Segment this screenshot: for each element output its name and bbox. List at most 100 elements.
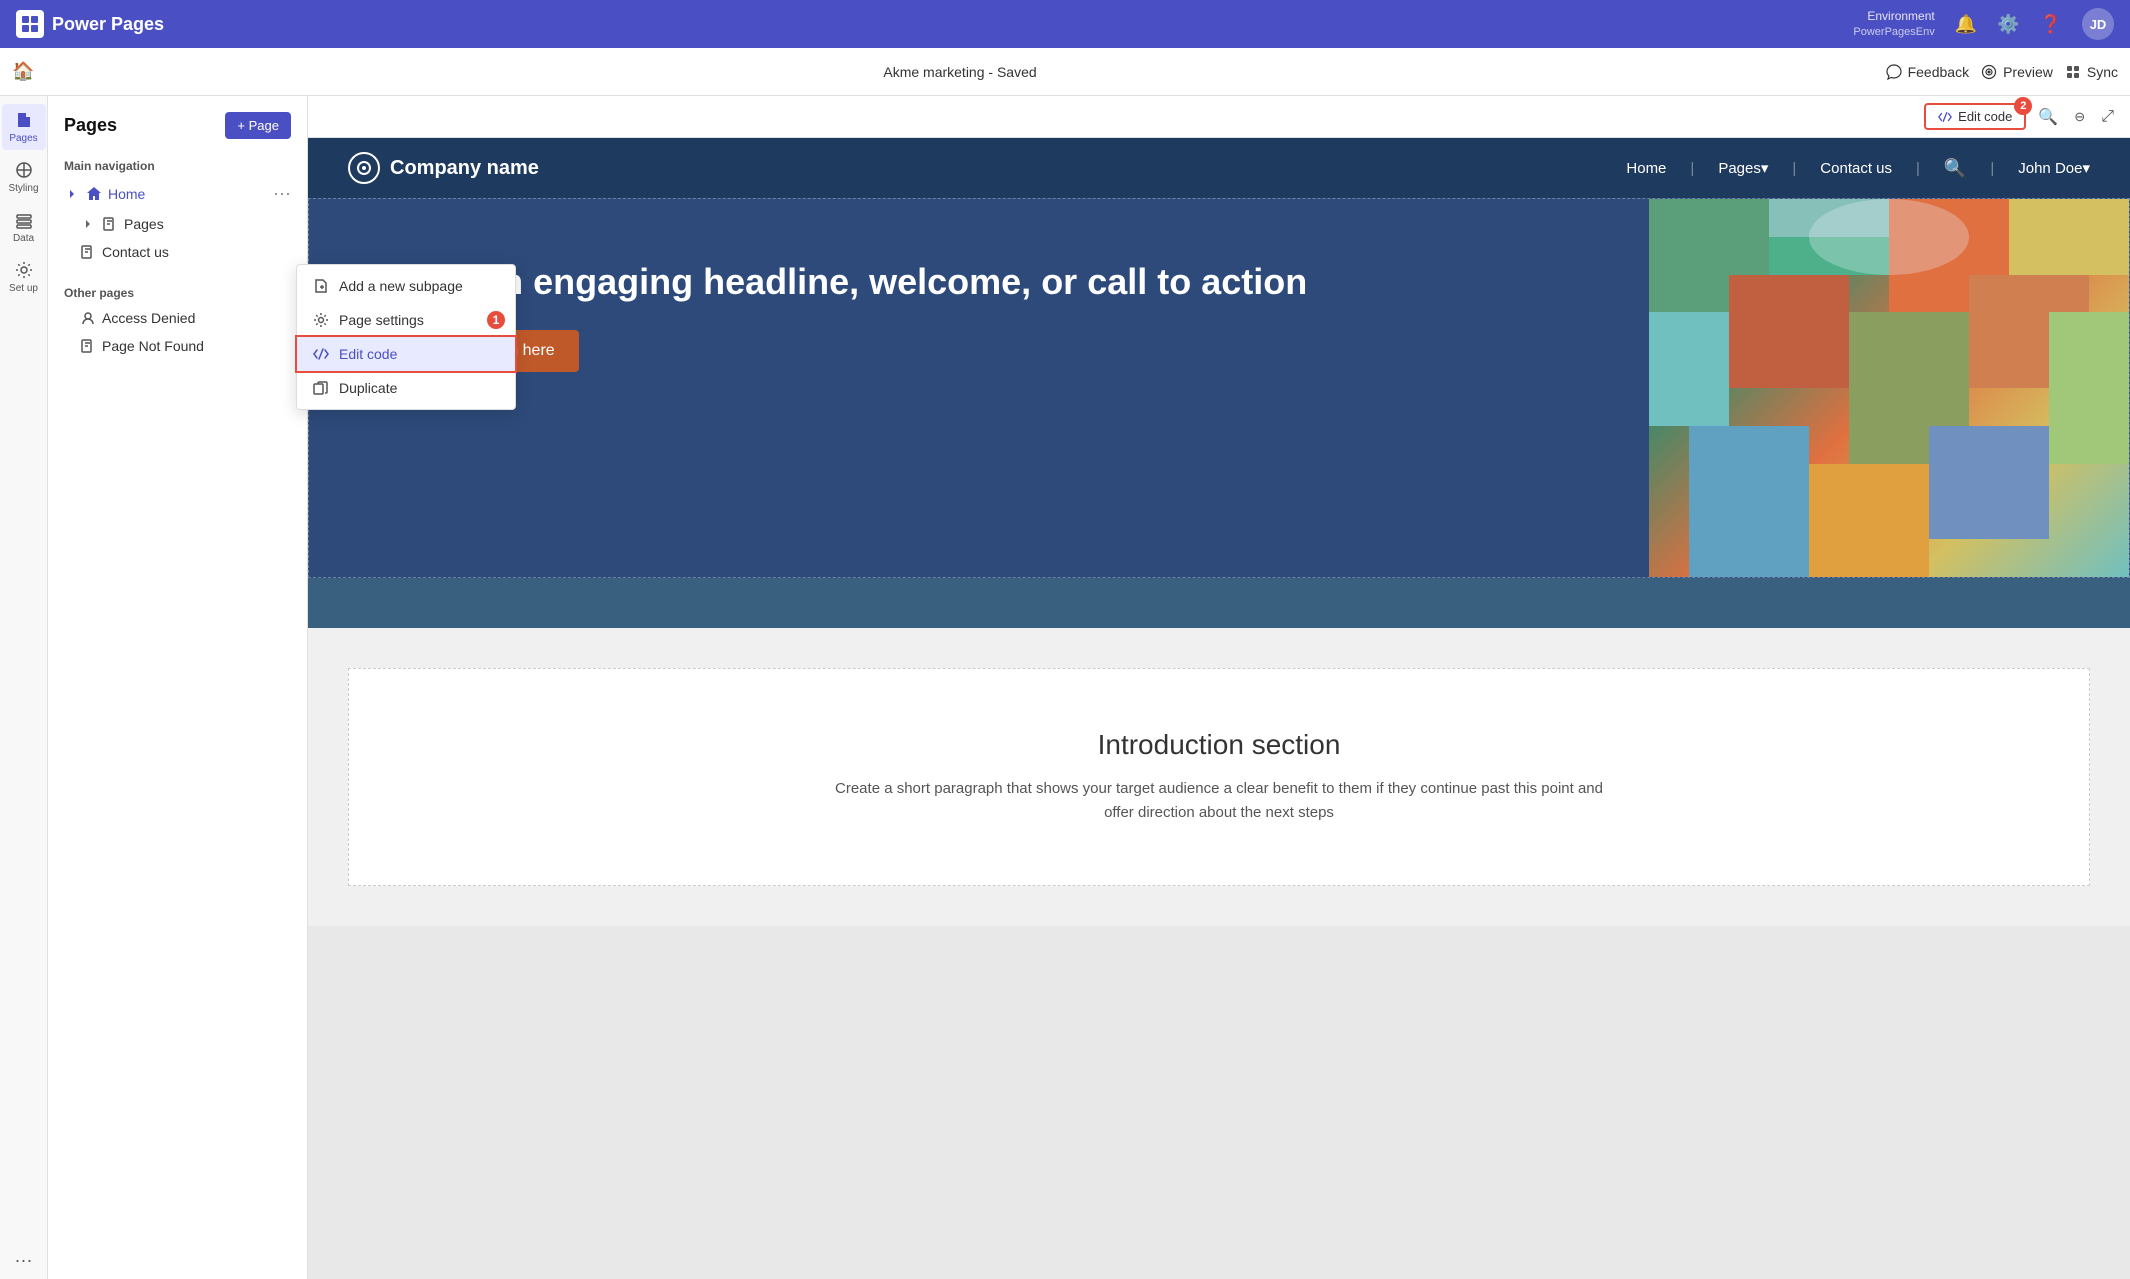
home-more-icon[interactable]: ···: [273, 183, 291, 204]
intro-text: Create a short paragraph that shows your…: [819, 777, 1619, 825]
site-nav-pages[interactable]: Pages▾: [1718, 159, 1768, 177]
nav-item-pages[interactable]: Pages: [48, 210, 307, 238]
sidebar-item-data[interactable]: Data: [2, 204, 46, 250]
pages-panel-header: Pages + Page: [48, 112, 307, 151]
topbar-right: Environment PowerPagesEnv 🔔 ⚙️ ❓ JD: [1853, 8, 2114, 40]
edit-code-bar: Edit code 2 🔍 ⊖ ⤢: [308, 96, 2130, 138]
sidebar-item-styling[interactable]: Styling: [2, 154, 46, 200]
add-subpage-icon: [313, 278, 329, 294]
sidebar-icons: Pages Styling Data Set up ···: [0, 96, 48, 1279]
main-nav-label: Main navigation: [48, 151, 307, 177]
edit-code-badge: 2: [2014, 97, 2032, 115]
edit-code-button-label: Edit code: [1958, 109, 2012, 124]
hero-image: [1649, 199, 2129, 577]
edit-code-button-icon: [1938, 110, 1952, 124]
add-subpage-label: Add a new subpage: [339, 278, 463, 294]
content-below-hero: Introduction section Create a short para…: [308, 628, 2130, 926]
site-nav-contact[interactable]: Contact us: [1820, 160, 1892, 177]
data-icon: [14, 210, 34, 230]
intro-section: Introduction section Create a short para…: [348, 668, 2090, 886]
settings-icon[interactable]: ⚙️: [1997, 14, 2019, 35]
edit-code-button[interactable]: Edit code 2: [1924, 103, 2026, 130]
styling-label: Styling: [8, 183, 38, 194]
hero-section: Create an engaging headline, welcome, or…: [308, 198, 2130, 578]
page-not-found-label: Page Not Found: [102, 338, 204, 354]
sync-button[interactable]: Sync: [2065, 64, 2118, 80]
context-page-settings[interactable]: Page settings 1: [297, 303, 515, 337]
styling-icon: [14, 160, 34, 180]
site-user-menu[interactable]: John Doe▾: [2018, 159, 2090, 177]
main-layout: Pages Styling Data Set up ···: [0, 96, 2130, 1279]
context-edit-code[interactable]: Edit code: [297, 337, 515, 371]
site-nav-home[interactable]: Home: [1626, 160, 1666, 177]
pages-label: Pages: [9, 133, 37, 144]
power-pages-icon: [20, 14, 40, 34]
preview-label: Preview: [2003, 64, 2053, 80]
feedback-button[interactable]: Feedback: [1886, 64, 1969, 80]
app-logo[interactable]: Power Pages: [16, 10, 164, 38]
nav-item-page-not-found[interactable]: Page Not Found: [48, 332, 307, 360]
duplicate-label: Duplicate: [339, 380, 397, 396]
site-logo-icon: [356, 160, 372, 176]
preview-icon: [1981, 64, 1997, 80]
environment-name: PowerPagesEnv: [1853, 25, 1934, 39]
site-nav: Company name Home | Pages▾ | Contact us …: [308, 138, 2130, 198]
company-name: Company name: [390, 157, 539, 180]
notifications-icon[interactable]: 🔔: [1955, 14, 1977, 35]
add-page-button[interactable]: + Page: [225, 112, 291, 139]
website-preview: Company name Home | Pages▾ | Contact us …: [308, 138, 2130, 926]
context-duplicate[interactable]: Duplicate: [297, 371, 515, 405]
pages-icon: [14, 110, 34, 130]
second-bar: 🏠 Akme marketing - Saved Feedback Previe…: [0, 48, 2130, 96]
access-denied-icon: [80, 310, 96, 326]
setup-icon: [14, 260, 34, 280]
data-label: Data: [13, 233, 34, 244]
edit-code-menu-label: Edit code: [339, 346, 397, 362]
contact-nav-icon: [80, 244, 96, 260]
project-status: Akme marketing - Saved: [42, 64, 1877, 80]
home-icon[interactable]: 🏠: [12, 61, 34, 82]
more-button[interactable]: ···: [2, 1250, 46, 1271]
other-pages-label: Other pages: [48, 278, 307, 304]
hero-headline: Create an engaging headline, welcome, or…: [359, 259, 1599, 306]
content-area: Edit code 2 🔍 ⊖ ⤢ Company name: [308, 96, 2130, 1279]
environment-label: Environment: [1853, 9, 1934, 25]
nav-item-contact[interactable]: Contact us: [48, 238, 307, 266]
feedback-label: Feedback: [1908, 64, 1969, 80]
sync-label: Sync: [2087, 64, 2118, 80]
duplicate-icon: [313, 380, 329, 396]
app-name: Power Pages: [52, 14, 164, 35]
nav-divider-1: |: [1690, 160, 1694, 177]
avatar[interactable]: JD: [2082, 8, 2114, 40]
site-logo-circle: [348, 152, 380, 184]
expand-icon: [64, 186, 80, 202]
home-nav-icon: [86, 186, 102, 202]
nav-item-home[interactable]: Home ···: [48, 177, 307, 210]
nav-divider-2: |: [1792, 160, 1796, 177]
top-bar: Power Pages Environment PowerPagesEnv 🔔 …: [0, 0, 2130, 48]
feedback-icon: [1886, 64, 1902, 80]
help-icon[interactable]: ❓: [2040, 14, 2062, 35]
nav-item-access-denied[interactable]: Access Denied: [48, 304, 307, 332]
contact-nav-label: Contact us: [102, 244, 169, 260]
context-add-subpage[interactable]: Add a new subpage: [297, 269, 515, 303]
sidebar-item-pages[interactable]: Pages: [2, 104, 46, 150]
context-menu: Add a new subpage Page settings 1 Edit c…: [296, 264, 516, 410]
sidebar-item-setup[interactable]: Set up: [2, 254, 46, 300]
expand-icon[interactable]: ⤢: [2097, 104, 2118, 130]
zoom-in-icon[interactable]: 🔍: [2034, 103, 2062, 131]
site-logo: Company name: [348, 152, 1626, 184]
pages-panel: Pages + Page Main navigation Home ··· Pa…: [48, 96, 308, 1279]
pages-expand-icon: [80, 216, 96, 232]
preview-button[interactable]: Preview: [1981, 64, 2053, 80]
app-logo-icon: [16, 10, 44, 38]
page-not-found-icon: [80, 338, 96, 354]
zoom-out-icon[interactable]: ⊖: [2070, 105, 2089, 129]
second-bar-right: Feedback Preview Sync: [1886, 64, 2118, 80]
site-search-icon[interactable]: 🔍: [1944, 158, 1966, 179]
annotation-1: 1: [485, 309, 507, 331]
pages-panel-title: Pages: [64, 115, 117, 136]
nav-divider-3: |: [1916, 160, 1920, 177]
nav-divider-4: |: [1990, 160, 1994, 177]
pages-nav-label: Pages: [124, 216, 164, 232]
